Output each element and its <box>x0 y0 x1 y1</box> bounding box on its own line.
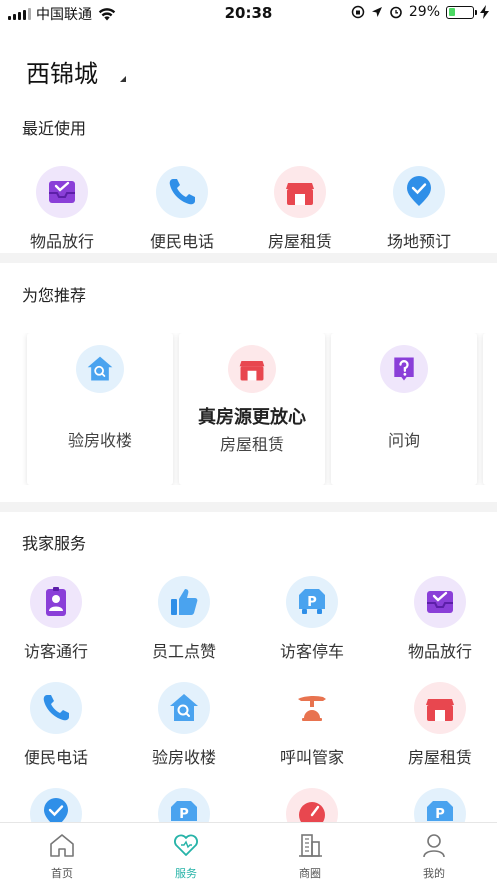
recent-item-label: 房屋租赁 <box>267 232 332 251</box>
service-item-label: 访客通行 <box>23 642 88 661</box>
thumbs-up-icon <box>158 576 210 628</box>
battery-fill <box>448 8 456 16</box>
recommend-card-label: 房屋租赁 <box>219 435 284 454</box>
service-item-label: 呼叫管家 <box>279 748 344 767</box>
recent-item-label: 场地预订 <box>386 232 451 251</box>
service-item-visitor-parking[interactable]: P 访客停车 <box>250 576 374 662</box>
recommend-section-title: 为您推荐 <box>22 286 87 305</box>
svg-text:P: P <box>435 807 445 822</box>
charging-bolt-icon <box>480 5 489 19</box>
alarm-icon <box>390 6 402 19</box>
service-item-label: 房屋租赁 <box>407 748 472 767</box>
service-item-visitor-pass[interactable]: 访客通行 <box>0 576 118 662</box>
visitor-badge-icon <box>30 576 82 628</box>
section-divider <box>0 253 497 263</box>
svg-text:P: P <box>307 595 317 610</box>
service-item-label: 物品放行 <box>407 642 472 661</box>
location-check-icon <box>30 788 82 822</box>
location-arrow-icon <box>371 7 382 17</box>
services-grid-row-3: P P <box>0 788 497 822</box>
tab-home[interactable]: 首页 <box>0 831 124 881</box>
status-right: 29% <box>351 4 489 20</box>
question-icon <box>380 345 428 393</box>
recent-item-phone[interactable]: 便民电话 <box>120 166 244 252</box>
services-section-title: 我家服务 <box>22 534 87 553</box>
service-item-label: 员工点赞 <box>151 642 216 661</box>
tab-label: 商圈 <box>299 867 321 880</box>
parking-icon: P <box>414 788 466 822</box>
service-item-label: 访客停车 <box>279 642 344 661</box>
parking-icon: P <box>286 576 338 628</box>
service-item-inspection[interactable]: 验房收楼 <box>122 682 246 768</box>
recent-section-title: 最近使用 <box>22 119 87 138</box>
tab-business-circle[interactable]: 商圈 <box>248 831 372 881</box>
recommend-card-inquiry[interactable]: 问询 <box>331 333 477 485</box>
services-grid-row-2: 便民电话 验房收楼 呼叫管家 房屋租赁 <box>0 682 497 772</box>
section-divider <box>0 502 497 512</box>
heart-icon <box>174 834 198 856</box>
service-item-staff-like[interactable]: 员工点赞 <box>122 576 246 662</box>
person-icon <box>423 834 445 858</box>
recent-item-goods-release[interactable]: 物品放行 <box>0 166 124 252</box>
parking-icon: P <box>158 788 210 822</box>
city-selector[interactable]: 西锦城 <box>26 54 98 89</box>
battery-percent: 29% <box>408 4 440 20</box>
inbox-icon <box>36 166 88 218</box>
recent-grid: 物品放行 便民电话 房屋租赁 场地预订 <box>0 166 497 256</box>
orientation-lock-icon <box>351 5 365 19</box>
status-bar: 中国联通 20:38 29% <box>0 0 497 26</box>
recommend-carousel[interactable]: 验房收楼 真房源更放心 房屋租赁 问询 <box>0 333 497 485</box>
location-check-icon <box>393 166 445 218</box>
recommend-card-inspection[interactable]: 验房收楼 <box>27 333 173 485</box>
service-item-label: 便民电话 <box>23 748 88 767</box>
recommend-card-label: 验房收楼 <box>67 431 132 450</box>
store-icon <box>274 166 326 218</box>
recommend-card-partial[interactable] <box>483 333 497 485</box>
service-item-goods-release[interactable]: 物品放行 <box>378 576 497 662</box>
building-icon <box>299 834 322 857</box>
home-icon <box>50 834 74 857</box>
store-icon <box>228 345 276 393</box>
recent-item-rental[interactable]: 房屋租赁 <box>238 166 362 252</box>
service-item-phone[interactable]: 便民电话 <box>0 682 118 768</box>
service-item-meter[interactable] <box>250 788 374 822</box>
bell-hand-icon <box>286 682 338 734</box>
battery-icon <box>446 5 477 19</box>
gauge-icon <box>286 788 338 822</box>
services-grid-row-1: 访客通行 员工点赞 P 访客停车 物品放行 <box>0 576 497 666</box>
recent-item-venue-booking[interactable]: 场地预订 <box>357 166 481 252</box>
recommend-card-heading: 真房源更放心 <box>198 407 306 428</box>
phone-icon <box>156 166 208 218</box>
store-icon <box>414 682 466 734</box>
tab-services[interactable]: 服务 <box>124 831 248 881</box>
svg-text:P: P <box>179 807 189 822</box>
tab-label: 服务 <box>175 867 197 880</box>
city-caret-icon[interactable] <box>120 76 126 82</box>
house-search-icon <box>76 345 124 393</box>
recommend-card-label: 问询 <box>387 431 420 450</box>
service-item-parking[interactable]: P <box>122 788 246 822</box>
service-item-rental[interactable]: 房屋租赁 <box>378 682 497 768</box>
recommend-card-rental[interactable]: 真房源更放心 房屋租赁 <box>179 333 325 485</box>
service-item-call-butler[interactable]: 呼叫管家 <box>250 682 374 768</box>
recent-item-label: 物品放行 <box>29 232 94 251</box>
recent-item-label: 便民电话 <box>149 232 214 251</box>
tab-mine[interactable]: 我的 <box>372 831 496 881</box>
service-item-venue-booking[interactable] <box>0 788 118 822</box>
phone-icon <box>30 682 82 734</box>
service-item-label: 验房收楼 <box>151 748 216 767</box>
service-item-parking-2[interactable]: P <box>378 788 497 822</box>
bottom-tab-bar: 首页 服务 商圈 我的 <box>0 822 497 883</box>
inbox-icon <box>414 576 466 628</box>
tab-label: 我的 <box>423 867 445 880</box>
house-search-icon <box>158 682 210 734</box>
tab-label: 首页 <box>51 867 73 880</box>
